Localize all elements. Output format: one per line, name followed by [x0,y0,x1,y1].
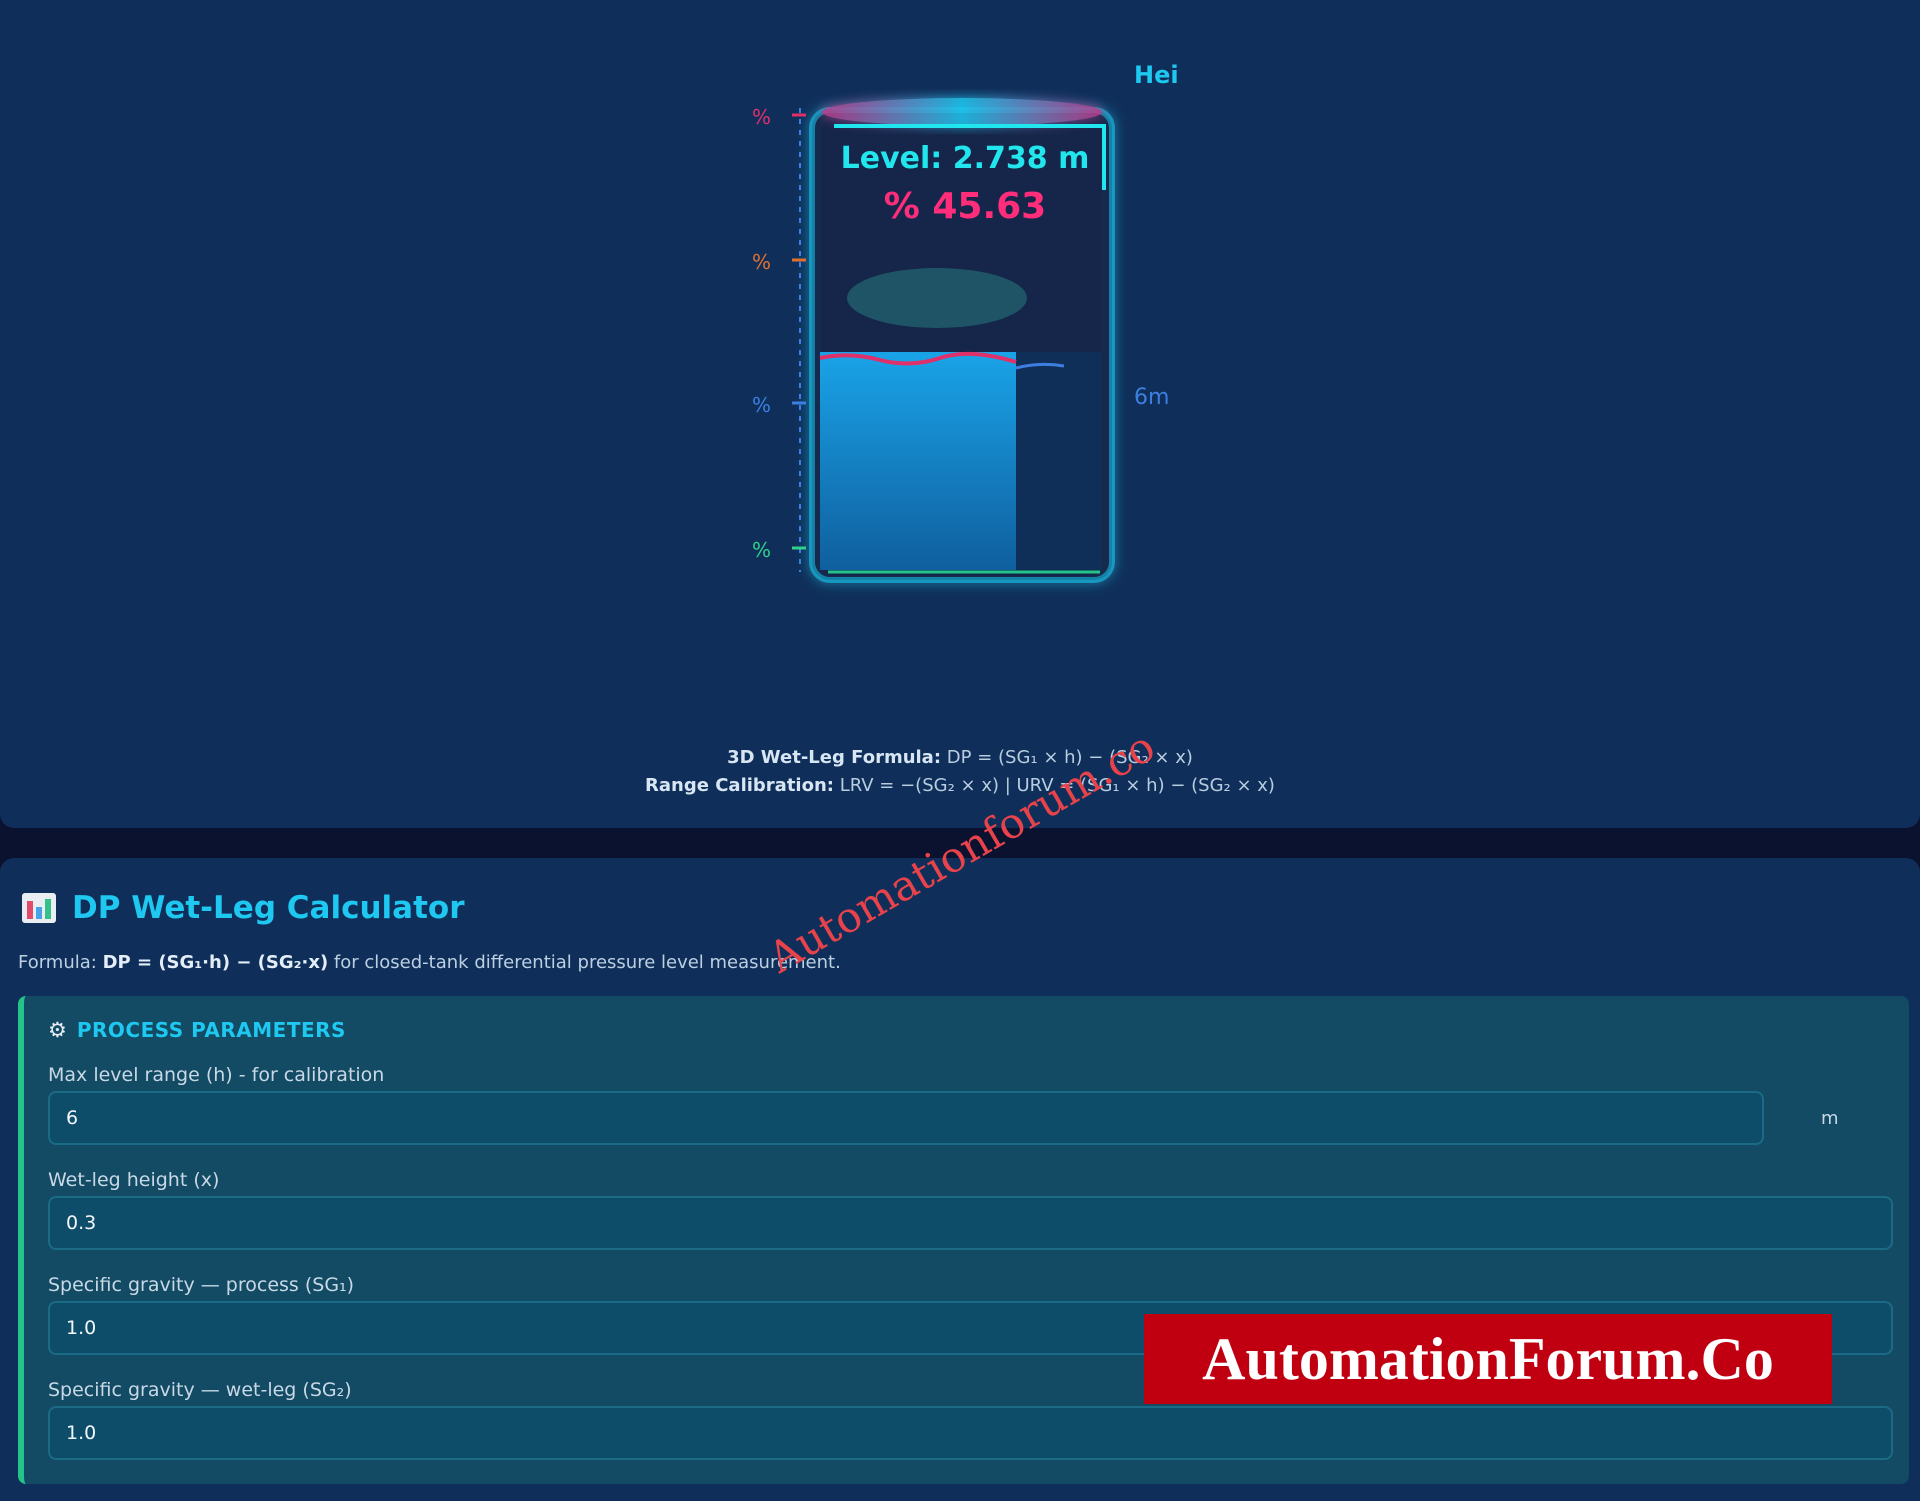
tank-visualization-panel: Level: 2.738 m % 45.63 % % % % Hei 6m 3D… [0,0,1920,828]
calculator-panel: DP Wet-Leg Calculator Formula: DP = (SG₁… [0,858,1920,1501]
wet-leg-height-input[interactable] [48,1196,1893,1250]
height-title-label: Hei [1134,61,1179,89]
max-level-range-unit: m [1821,1108,1839,1129]
percent-readout: % 45.63 [884,186,1046,227]
description-formula: DP = (SG₁·h) − (SG₂·x) [102,952,329,973]
wet-leg-height-label: Wet-leg height (x) [48,1169,220,1191]
calculator-title: DP Wet-Leg Calculator [72,890,465,926]
tank-float-indicator [847,268,1027,328]
description-prefix: Formula: [18,952,103,973]
sg-wet-leg-input[interactable] [48,1406,1893,1460]
process-parameters-header: ⚙ PROCESS PARAMETERS [48,1018,346,1042]
range-calibration-label: Range Calibration: [645,775,834,796]
scale-label-50: % [752,393,771,417]
range-label: 6m [1134,385,1169,410]
gear-icon: ⚙ [48,1018,67,1042]
sg-process-label: Specific gravity — process (SG₁) [48,1274,355,1296]
process-parameters-card: ⚙ PROCESS PARAMETERS Max level range (h)… [18,996,1909,1484]
formula-box: 3D Wet-Leg Formula: DP = (SG₁ × h) − (SG… [0,744,1920,800]
automationforum-badge: AutomationForum.Co [1144,1314,1832,1404]
tank-diagram: Level: 2.738 m % 45.63 % % % % Hei 6m [752,61,1179,583]
tank-top-cap [822,98,1102,126]
wet-leg-formula-line: 3D Wet-Leg Formula: DP = (SG₁ × h) − (SG… [0,744,1920,772]
max-level-range-label: Max level range (h) - for calibration [48,1064,385,1086]
sg-wet-leg-label: Specific gravity — wet-leg (SG₂) [48,1379,352,1401]
tank-liquid [820,352,1016,570]
scale-label-75: % [752,250,771,274]
range-calibration-line: Range Calibration: LRV = −(SG₂ × x) | UR… [0,772,1920,800]
wet-leg-formula-label: 3D Wet-Leg Formula: [727,747,942,768]
max-level-range-input[interactable] [48,1091,1764,1145]
process-parameters-title: PROCESS PARAMETERS [76,1018,346,1042]
calculator-description: Formula: DP = (SG₁·h) − (SG₂·x) for clos… [18,952,841,973]
scale-label-100: % [752,105,771,129]
bar-chart-icon [22,893,56,923]
level-readout: Level: 2.738 m [841,141,1090,176]
description-suffix: for closed-tank differential pressure le… [328,952,841,973]
tank-liquid-shadow [1016,352,1102,570]
calculator-header: DP Wet-Leg Calculator [22,890,465,926]
scale-label-0: % [752,538,771,562]
